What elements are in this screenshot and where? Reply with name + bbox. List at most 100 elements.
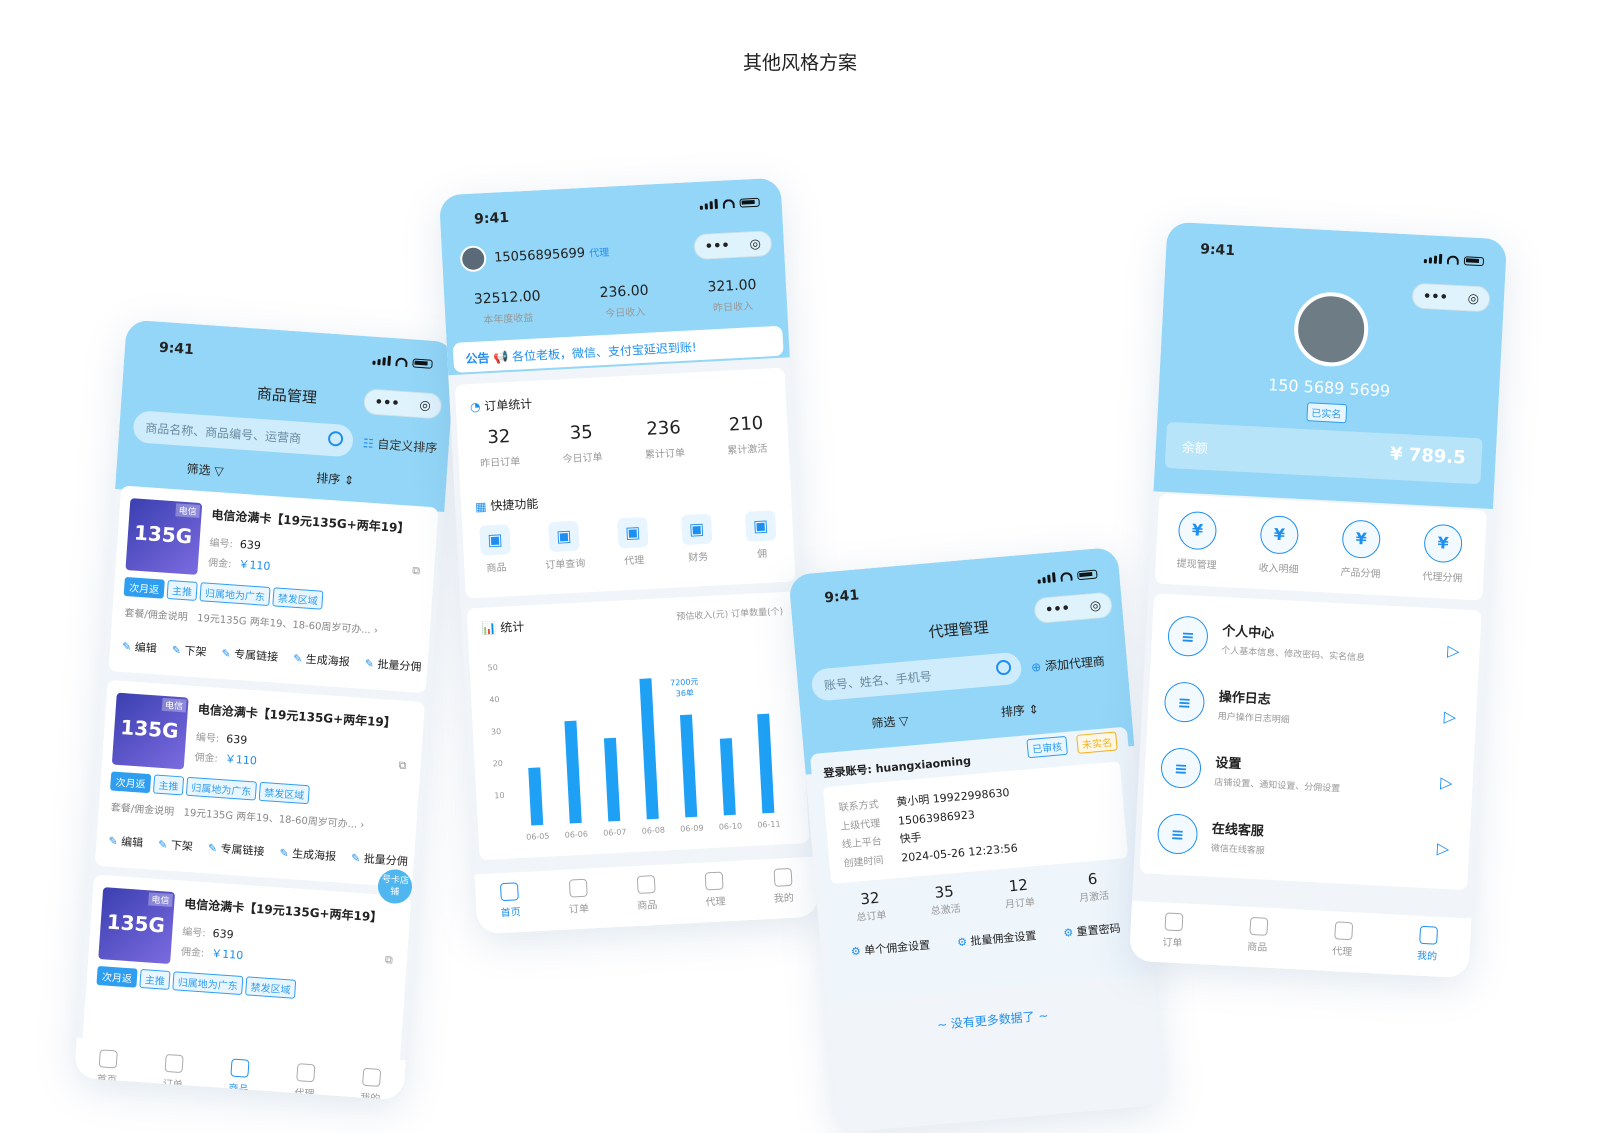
- finance-grid: ¥ 提现管理 ¥ 收入明细 ¥ 产品分佣 ¥ 代理分佣: [1154, 493, 1487, 601]
- bar[interactable]: [679, 714, 698, 818]
- legend-orders: 订单数量(个): [730, 607, 784, 620]
- bar[interactable]: [719, 738, 736, 816]
- product-tag: 禁发区域: [272, 587, 324, 610]
- finance-item-0[interactable]: ¥ 提现管理: [1176, 510, 1219, 571]
- order-stat: 210 累计激活: [727, 412, 768, 457]
- product-id: 639: [225, 732, 248, 747]
- search-icon[interactable]: [995, 659, 1012, 676]
- bar[interactable]: [603, 737, 621, 822]
- status-badge: 已审核: [1026, 735, 1068, 759]
- bar[interactable]: [528, 767, 544, 826]
- tab-4[interactable]: 我的: [360, 1067, 382, 1101]
- product-name: 电信沧满卡【19元135G+两年19】: [210, 507, 410, 536]
- quick-item-0[interactable]: ▣ 商品: [479, 524, 512, 575]
- product-card[interactable]: 135G 电信 电信沧满卡【19元135G+两年19】 编号: 639 佣金: …: [108, 485, 439, 694]
- quick-item-3[interactable]: ▣ 财务: [680, 513, 714, 565]
- product-tag: 主推: [152, 774, 185, 796]
- capsule-menu[interactable]: ••• ◎: [362, 388, 443, 420]
- order-stat: 35 今日订单: [562, 421, 603, 466]
- agent-action-0[interactable]: ⚙ 单个佣金设置: [850, 937, 930, 960]
- y-tick: 50: [487, 663, 498, 673]
- bar[interactable]: [639, 678, 659, 820]
- agent-action-2[interactable]: ⚙ 重置密码: [1063, 920, 1122, 941]
- quick-item-4[interactable]: ▣ 佣: [744, 510, 778, 561]
- agent-phone: 9:41 代理管理 ••• ◎ 账号、姓名、手机号 ⊕ 添加代理商 筛选 ▽ 排序…: [788, 546, 1166, 1133]
- product-name: 电信沧满卡【19元135G+两年19】: [183, 896, 383, 925]
- product-action-0[interactable]: ✎ 编辑: [122, 638, 158, 656]
- product-tag: 禁发区域: [258, 781, 310, 805]
- bar[interactable]: [564, 720, 582, 824]
- pie-icon: ◔: [469, 399, 485, 415]
- x-tick: 06-08: [642, 825, 666, 835]
- sort-button[interactable]: 排序 ⇕: [316, 469, 355, 489]
- finance-item-1[interactable]: ¥ 收入明细: [1258, 514, 1301, 575]
- tab-2[interactable]: 代理: [1332, 921, 1354, 958]
- agent-stat: 35 总激活: [930, 882, 962, 918]
- order-stat: 32 昨日订单: [479, 426, 521, 470]
- capsule-menu[interactable]: ••• ◎: [693, 230, 773, 261]
- product-commission: ￥110: [238, 557, 271, 574]
- tab-1[interactable]: 订单: [567, 878, 589, 916]
- quick-item-2[interactable]: ▣ 代理: [617, 517, 650, 568]
- filter-button[interactable]: 筛选 ▽: [186, 460, 224, 480]
- chevron-right-icon: ▷: [1439, 772, 1454, 792]
- tab-3[interactable]: 我的: [1417, 925, 1439, 963]
- tab-3[interactable]: 代理: [294, 1063, 316, 1100]
- menu-item-3[interactable]: ≡ 在线客服 微信在线客服 ▷: [1156, 800, 1455, 881]
- sort-button[interactable]: 排序 ⇕: [1000, 700, 1039, 720]
- product-tag: 归属地为广东: [199, 582, 271, 607]
- role-label: 代理: [588, 247, 610, 260]
- agent-card[interactable]: 登录账号: huangxiaoming 已审核 未实名 联系方式 黄小明 1992…: [809, 726, 1149, 1004]
- product-action-3[interactable]: ✎ 生成海报: [279, 844, 337, 864]
- product-commission: ￥110: [224, 752, 258, 768]
- grid-icon: ▦: [474, 499, 491, 514]
- x-tick: 06-05: [526, 832, 550, 842]
- chart-title: 统计: [499, 619, 525, 635]
- product-image: 135G 电信: [111, 692, 189, 770]
- y-tick: 20: [492, 759, 503, 769]
- product-action-1[interactable]: ✎ 下架: [171, 641, 207, 659]
- tab-2[interactable]: 商品: [228, 1058, 250, 1096]
- bar[interactable]: [757, 713, 775, 814]
- tab-0[interactable]: 订单: [1162, 912, 1184, 949]
- income-stat: 321.00 昨日收入: [707, 276, 757, 315]
- product-action-3[interactable]: ✎ 生成海报: [293, 650, 351, 670]
- tab-3[interactable]: 代理: [704, 871, 726, 908]
- tab-4[interactable]: 我的: [772, 867, 794, 905]
- product-action-2[interactable]: ✎ 专属链接: [221, 645, 279, 665]
- tab-1[interactable]: 商品: [1247, 916, 1269, 954]
- tab-1[interactable]: 订单: [162, 1053, 184, 1091]
- y-tick: 40: [489, 695, 500, 705]
- y-tick: 10: [494, 791, 505, 801]
- agent-stat: 6 月激活: [1078, 869, 1110, 905]
- copy-icon[interactable]: ⧉: [385, 953, 394, 968]
- capsule-menu[interactable]: ••• ◎: [1411, 282, 1491, 313]
- tooltip-label: 7200元: [670, 677, 699, 687]
- tab-2[interactable]: 商品: [636, 875, 658, 912]
- quick-item-1[interactable]: ▣ 订单查询: [543, 520, 586, 571]
- product-image: 135G 电信: [98, 887, 176, 964]
- product-action-2[interactable]: ✎ 专属链接: [207, 839, 265, 859]
- battery-icon: [1463, 256, 1485, 267]
- copy-icon[interactable]: ⧉: [398, 758, 407, 773]
- product-action-0[interactable]: ✎ 编辑: [108, 832, 144, 850]
- agent-action-1[interactable]: ⚙ 批量佣金设置: [956, 927, 1037, 950]
- bar-chart: 50 40 30 20 10 06-05 06-06 06-07 06-08 06-09 06-10…: [487, 663, 780, 842]
- chevron-right-icon: ▷: [1446, 640, 1461, 660]
- filter-button[interactable]: 筛选 ▽: [871, 712, 909, 732]
- x-tick: 06-09: [680, 823, 704, 833]
- finance-item-3[interactable]: ¥ 代理分佣: [1422, 523, 1465, 584]
- product-action-1[interactable]: ✎ 下架: [158, 836, 194, 854]
- order-stat: 236 累计订单: [644, 417, 686, 462]
- product-action-4[interactable]: ✎ 批量分佣: [364, 655, 422, 675]
- product-tag: 归属地为广东: [172, 971, 244, 996]
- finance-item-2[interactable]: ¥ 产品分佣: [1340, 518, 1383, 580]
- product-card[interactable]: 135G 电信 电信沧满卡【19元135G+两年19】 编号: 639 佣金: …: [94, 679, 425, 888]
- search-icon[interactable]: [327, 430, 344, 447]
- product-action-4[interactable]: ✎ 批量分佣: [351, 849, 409, 869]
- battery-icon: [739, 197, 760, 208]
- page-title: 其他风格方案: [742, 52, 857, 74]
- copy-icon[interactable]: ⧉: [412, 564, 421, 579]
- order-stats-card: ◔ 订单统计 32 昨日订单 35 今日订单 236 累计订单 210 累计激活 ▦ 快捷功能…: [454, 367, 796, 599]
- tab-0[interactable]: 首页: [499, 882, 521, 919]
